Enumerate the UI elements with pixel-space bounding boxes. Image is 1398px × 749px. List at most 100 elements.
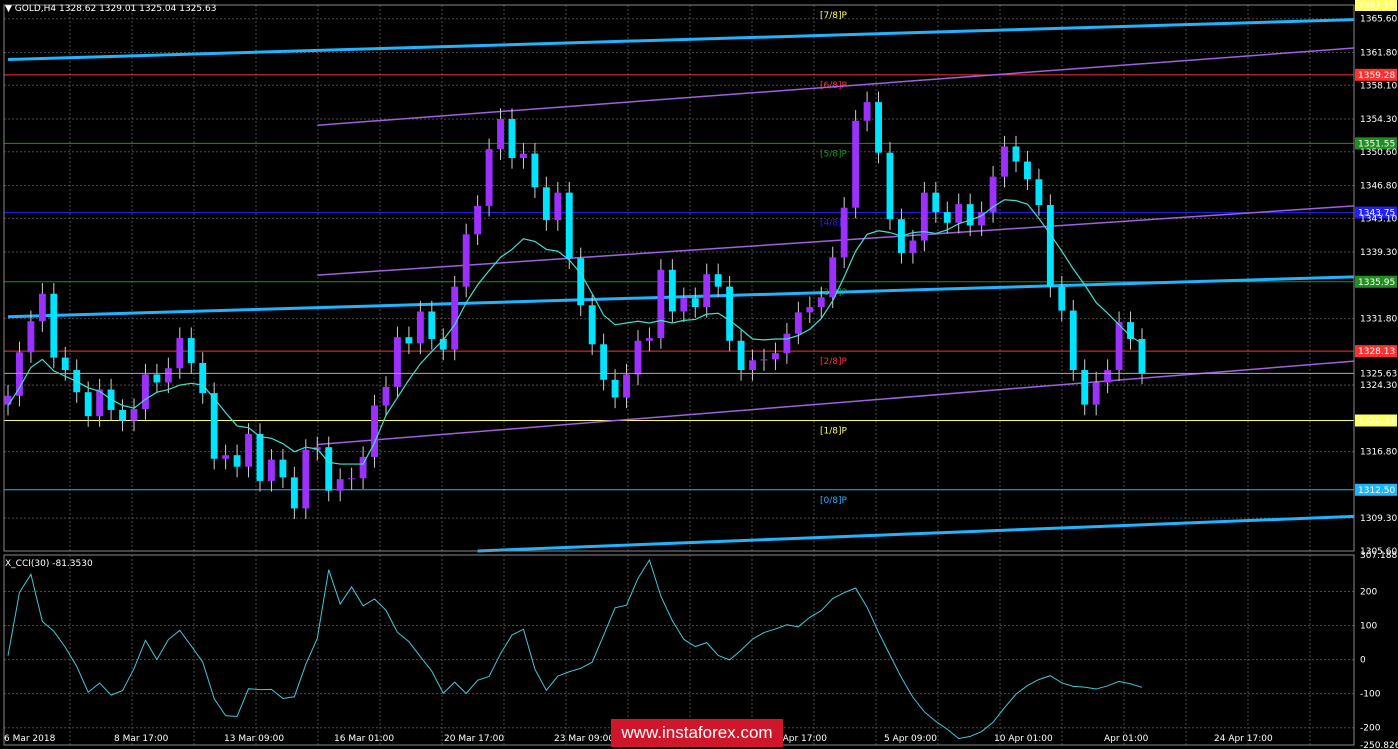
channel-line (477, 514, 1355, 553)
bear-candle (256, 433, 264, 481)
bull-candle (783, 333, 791, 354)
bull-candle (416, 311, 424, 344)
bear-candle (153, 374, 161, 383)
chart-title: ▼ GOLD,H4 1328.62 1329.01 1325.04 1325.6… (5, 4, 217, 14)
bear-candle (405, 337, 413, 344)
channel-line (7, 18, 1355, 62)
price-tick-label: 1346.80 (1360, 182, 1397, 192)
cci-tick-label: 100 (1360, 622, 1377, 632)
bull-candle (840, 207, 848, 258)
bear-candle (61, 357, 69, 371)
bull-candle (817, 297, 825, 308)
price-tick-label: 1339.30 (1360, 248, 1397, 258)
bull-candle (268, 459, 275, 481)
bull-candle (1104, 370, 1112, 383)
bull-candle (451, 286, 459, 350)
current-price-label: 1325.63 (1360, 369, 1397, 379)
price-tick-label: 1350.60 (1360, 148, 1397, 158)
channel-line (317, 47, 1355, 126)
price-tick-label: 1331.80 (1360, 315, 1397, 325)
bull-candle (680, 298, 688, 312)
time-tick-label: 8 Mar 17:00 (114, 734, 169, 744)
bull-candle (142, 374, 149, 410)
bear-candle (932, 192, 940, 213)
time-tick-label: 20 Mar 17:00 (444, 734, 504, 744)
bear-candle (611, 379, 619, 398)
murrey-level-label: [1/8]P (820, 427, 848, 437)
bear-candle (600, 344, 608, 380)
bull-candle (955, 204, 963, 223)
bear-candle (1035, 179, 1043, 206)
bear-candle (726, 286, 734, 341)
bull-candle (554, 192, 562, 221)
bear-candle (84, 392, 92, 417)
bull-candle (863, 102, 871, 121)
price-tick-label: 1354.30 (1360, 115, 1397, 125)
time-tick-label: 16 Mar 01:00 (334, 734, 394, 744)
bull-candle (164, 368, 172, 383)
bear-candle (966, 204, 974, 226)
bear-candle (428, 311, 436, 339)
price-tick-label: 1361.80 (1360, 48, 1397, 58)
price-tick-label: 1309.30 (1360, 514, 1397, 524)
time-tick-label: Apr 01:00 (1104, 734, 1149, 744)
bear-candle (233, 455, 241, 467)
bull-candle (382, 386, 390, 406)
bull-candle (657, 269, 665, 339)
bear-candle (1046, 205, 1054, 287)
bull-candle (130, 409, 138, 421)
bull-candle (497, 118, 504, 150)
bull-candle (520, 153, 527, 159)
bull-candle (806, 307, 814, 313)
bear-candle (542, 187, 550, 221)
cci-grid (4, 554, 1354, 746)
murrey-level-label: [2/8]P (820, 357, 848, 367)
bull-candle (1092, 382, 1100, 405)
murrey-price-tag-text: 1328.13 (1358, 347, 1395, 357)
bear-candle (1138, 338, 1146, 374)
cci-tick-label: 307.188 (1360, 551, 1397, 561)
instaforex-watermark[interactable]: www.instaforex.com (611, 719, 783, 747)
cci-tick-label: 0 (1360, 656, 1366, 666)
panel-frames (3, 4, 1355, 746)
bear-candle (714, 274, 722, 287)
bear-candle (1081, 370, 1089, 405)
bull-candle (348, 478, 356, 480)
cci-tick-label: -200 (1360, 724, 1381, 734)
time-tick-label: 5 Apr 09:00 (884, 734, 937, 744)
bear-candle (886, 152, 894, 220)
bear-candle (119, 409, 126, 421)
bull-candle (4, 395, 12, 405)
trend-channels (7, 18, 1355, 553)
bull-candle (760, 359, 768, 361)
bull-candle (245, 433, 252, 467)
bear-candle (1058, 286, 1066, 311)
main-panel-frame (3, 4, 1355, 552)
bull-candle (909, 240, 917, 253)
bear-candle (577, 258, 585, 306)
cci-line (7, 558, 1143, 740)
murrey-price-tag-text: 1320.31 (1358, 417, 1395, 427)
murrey-level-label: [0/8]P (820, 496, 848, 506)
cci-tick-label: -100 (1360, 690, 1381, 700)
murrey-price-tag-text: 1359.28 (1358, 71, 1395, 81)
bear-candle (565, 192, 573, 259)
murrey-price-tag-text: 1367.15 (1358, 1, 1395, 11)
bull-candle (1115, 322, 1123, 371)
bull-candle (646, 338, 653, 341)
bull-candle (176, 338, 184, 369)
bear-candle (210, 393, 218, 459)
price-tick-label: 1365.60 (1360, 15, 1397, 25)
bull-candle (634, 340, 642, 375)
bull-candle (749, 360, 756, 371)
cci-tick-label: 200 (1360, 587, 1377, 597)
murrey-price-tag-text: 1312.50 (1358, 486, 1395, 496)
cci-axis: 307.188 200 100 0 -100 -200 -250.8266 (1360, 551, 1398, 749)
bear-candle (50, 293, 58, 358)
chart-canvas: [7/8]P1367.15[6/8]P1359.28[5/8]P1351.55[… (3, 0, 1398, 749)
bear-candle (279, 459, 287, 478)
bear-candle (1012, 146, 1020, 162)
murrey-level-label: [5/8]P (820, 149, 848, 159)
time-tick-label: 13 Mar 09:00 (224, 734, 284, 744)
bear-candle (1069, 310, 1077, 371)
